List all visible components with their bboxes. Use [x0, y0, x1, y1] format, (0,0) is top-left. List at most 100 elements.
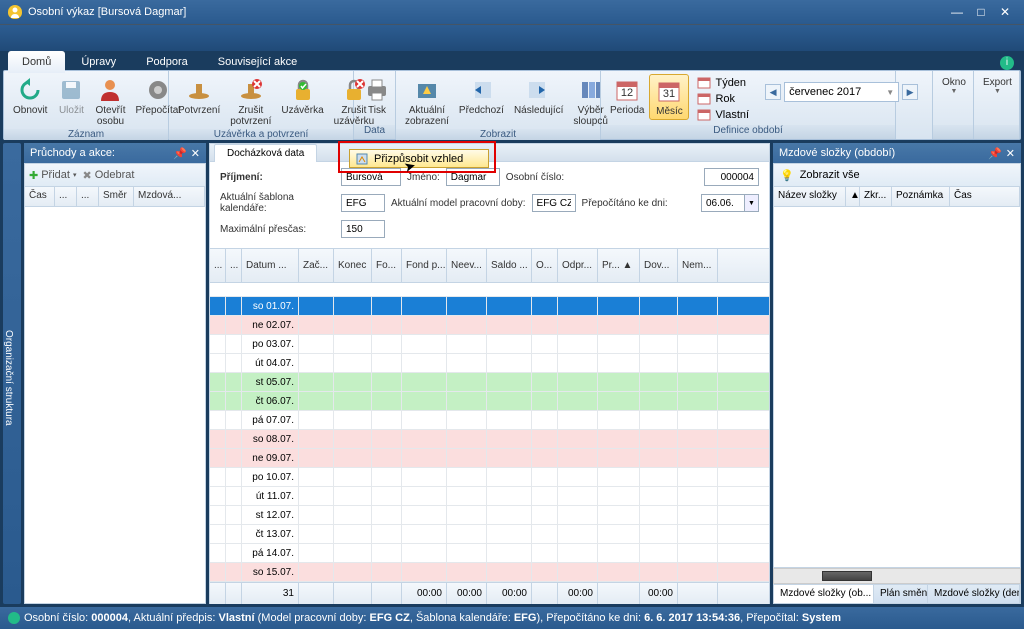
- grid-col-6[interactable]: Fond p...: [402, 249, 447, 282]
- col-poznamka[interactable]: Poznámka: [892, 187, 950, 206]
- group-data-label: Data: [354, 125, 395, 139]
- col-smer[interactable]: Směr: [99, 187, 134, 206]
- maximize-button[interactable]: □: [970, 4, 992, 20]
- close-button[interactable]: ✕: [994, 4, 1016, 20]
- stamp-cancel-icon: [237, 76, 265, 104]
- grid-col-2[interactable]: Datum ...: [242, 249, 299, 282]
- vtab-org-struktura[interactable]: Organizační struktura: [3, 143, 21, 604]
- okno-button[interactable]: Okno ▼: [937, 74, 971, 97]
- table-row[interactable]: pá 07.07.: [210, 411, 769, 430]
- input-prijmeni[interactable]: [341, 168, 401, 186]
- table-row[interactable]: st 12.07.: [210, 506, 769, 525]
- potvrzeni-button[interactable]: Potvrzení: [173, 74, 225, 118]
- pin-icon[interactable]: 📌: [988, 147, 1002, 160]
- table-row[interactable]: so 15.07.: [210, 563, 769, 582]
- grid-col-10[interactable]: Odpr...: [558, 249, 598, 282]
- perioda-button[interactable]: 12 Perioda: [605, 74, 649, 118]
- predchozi-button[interactable]: Předchozí: [454, 74, 509, 118]
- input-sablona[interactable]: [341, 194, 385, 212]
- table-row[interactable]: ne 02.07.: [210, 316, 769, 335]
- vlastni-button[interactable]: Vlastní: [693, 107, 753, 123]
- tooltip-prizpusobit[interactable]: Přizpůsobit vzhled: [349, 149, 489, 168]
- tab-upravy[interactable]: Úpravy: [67, 51, 130, 73]
- label-prescas: Maximální přesčas:: [220, 224, 335, 235]
- table-row[interactable]: ne 09.07.: [210, 449, 769, 468]
- grid-col-3[interactable]: Zač...: [299, 249, 334, 282]
- table-row[interactable]: so 01.07.: [210, 297, 769, 316]
- tab-domu[interactable]: Domů: [8, 51, 65, 73]
- col-zkr[interactable]: Zkr...: [860, 187, 892, 206]
- grid-col-12[interactable]: Dov...: [640, 249, 678, 282]
- menu-spacer: [0, 24, 1024, 51]
- zrusit-potvrzeni-button[interactable]: Zrušit potvrzení: [225, 74, 276, 129]
- input-jmeno[interactable]: [446, 168, 500, 186]
- grid-col-9[interactable]: O...: [532, 249, 558, 282]
- table-row[interactable]: út 11.07.: [210, 487, 769, 506]
- col-cas[interactable]: Čas: [25, 187, 55, 206]
- input-model[interactable]: [532, 194, 576, 212]
- grid-col-11[interactable]: Pr... ▲: [598, 249, 640, 282]
- grid-col-8[interactable]: Saldo ...: [487, 249, 532, 282]
- uzaverka-button[interactable]: Uzávěrka: [276, 74, 328, 118]
- nasledujici-button[interactable]: Následující: [509, 74, 568, 118]
- zobrazit-vse-button[interactable]: Zobrazit vše: [800, 169, 860, 181]
- tab-dochazka[interactable]: Docházková data: [214, 144, 317, 162]
- aktualni-zobrazeni-button[interactable]: Aktuální zobrazení: [400, 74, 454, 129]
- grid-body[interactable]: so 01.07.ne 02.07.po 03.07.út 04.07.st 0…: [210, 283, 769, 582]
- tab-podpora[interactable]: Podpora: [132, 51, 202, 73]
- col-nazev[interactable]: Název složky: [774, 187, 846, 206]
- mesic-button[interactable]: 31 Měsíc: [649, 74, 689, 120]
- table-row[interactable]: čt 13.07.: [210, 525, 769, 544]
- tyden-button[interactable]: Týden: [693, 75, 753, 91]
- odebrat-button[interactable]: ✖Odebrat: [82, 169, 134, 182]
- grid-col-0[interactable]: ...: [210, 249, 226, 282]
- period-select[interactable]: červenec 2017▼: [784, 82, 899, 102]
- help-icon[interactable]: i: [1000, 56, 1014, 70]
- table-row[interactable]: st 05.07.: [210, 373, 769, 392]
- input-osobni[interactable]: [704, 168, 759, 186]
- footer-cell-4: [334, 583, 372, 604]
- minimize-button[interactable]: —: [946, 4, 968, 20]
- table-row[interactable]: út 04.07.: [210, 354, 769, 373]
- table-row[interactable]: po 10.07.: [210, 468, 769, 487]
- rtab-plan-smen[interactable]: Plán směn: [874, 585, 928, 603]
- pridat-button[interactable]: ✚Přidat▾: [29, 169, 76, 182]
- panel-close-icon[interactable]: ✕: [1006, 147, 1015, 160]
- rtab-slozky-den[interactable]: Mzdové složky (den): [928, 585, 1020, 603]
- col-1[interactable]: ...: [55, 187, 77, 206]
- tisk-button[interactable]: Tisk: [358, 74, 396, 118]
- input-prescas[interactable]: [341, 220, 385, 238]
- rtab-slozky-ob[interactable]: Mzdové složky (ob...: [774, 585, 874, 603]
- grid-col-13[interactable]: Nem...: [678, 249, 718, 282]
- grid-col-7[interactable]: Neev...: [447, 249, 487, 282]
- col-mzdova[interactable]: Mzdová...: [134, 187, 205, 206]
- rok-button[interactable]: Rok: [693, 91, 753, 107]
- table-row[interactable]: čt 06.07.: [210, 392, 769, 411]
- panel-close-icon[interactable]: ✕: [191, 147, 200, 160]
- export-button[interactable]: Export ▼: [978, 74, 1017, 97]
- input-prepocitano[interactable]: [701, 194, 745, 212]
- tab-souvisejici[interactable]: Související akce: [204, 51, 311, 73]
- svg-text:31: 31: [663, 88, 675, 100]
- grid-col-1[interactable]: ...: [226, 249, 242, 282]
- pin-icon[interactable]: 📌: [173, 147, 187, 160]
- right-hscroll[interactable]: [773, 568, 1021, 584]
- right-grid-body: [773, 207, 1021, 568]
- obnovit-button[interactable]: Obnovit: [8, 74, 52, 118]
- table-row[interactable]: po 03.07.: [210, 335, 769, 354]
- table-row[interactable]: so 08.07.: [210, 430, 769, 449]
- footer-cell-12: 00:00: [640, 583, 678, 604]
- col-cas-r[interactable]: Čas: [950, 187, 1020, 206]
- grid-col-4[interactable]: Konec: [334, 249, 372, 282]
- period-prev-button[interactable]: ◀: [765, 84, 781, 100]
- period-next-button[interactable]: ▶: [902, 84, 918, 100]
- col-2[interactable]: ...: [77, 187, 99, 206]
- dropdown-button[interactable]: ▼: [745, 194, 759, 212]
- grid-col-5[interactable]: Fo...: [372, 249, 402, 282]
- table-row[interactable]: pá 14.07.: [210, 544, 769, 563]
- ulozit-button[interactable]: Uložit: [52, 74, 90, 118]
- lock-icon: [289, 76, 317, 104]
- col-sort[interactable]: ▲: [846, 187, 860, 206]
- custom-icon: [697, 108, 711, 122]
- otevrit-osobu-button[interactable]: Otevřít osobu: [90, 74, 130, 129]
